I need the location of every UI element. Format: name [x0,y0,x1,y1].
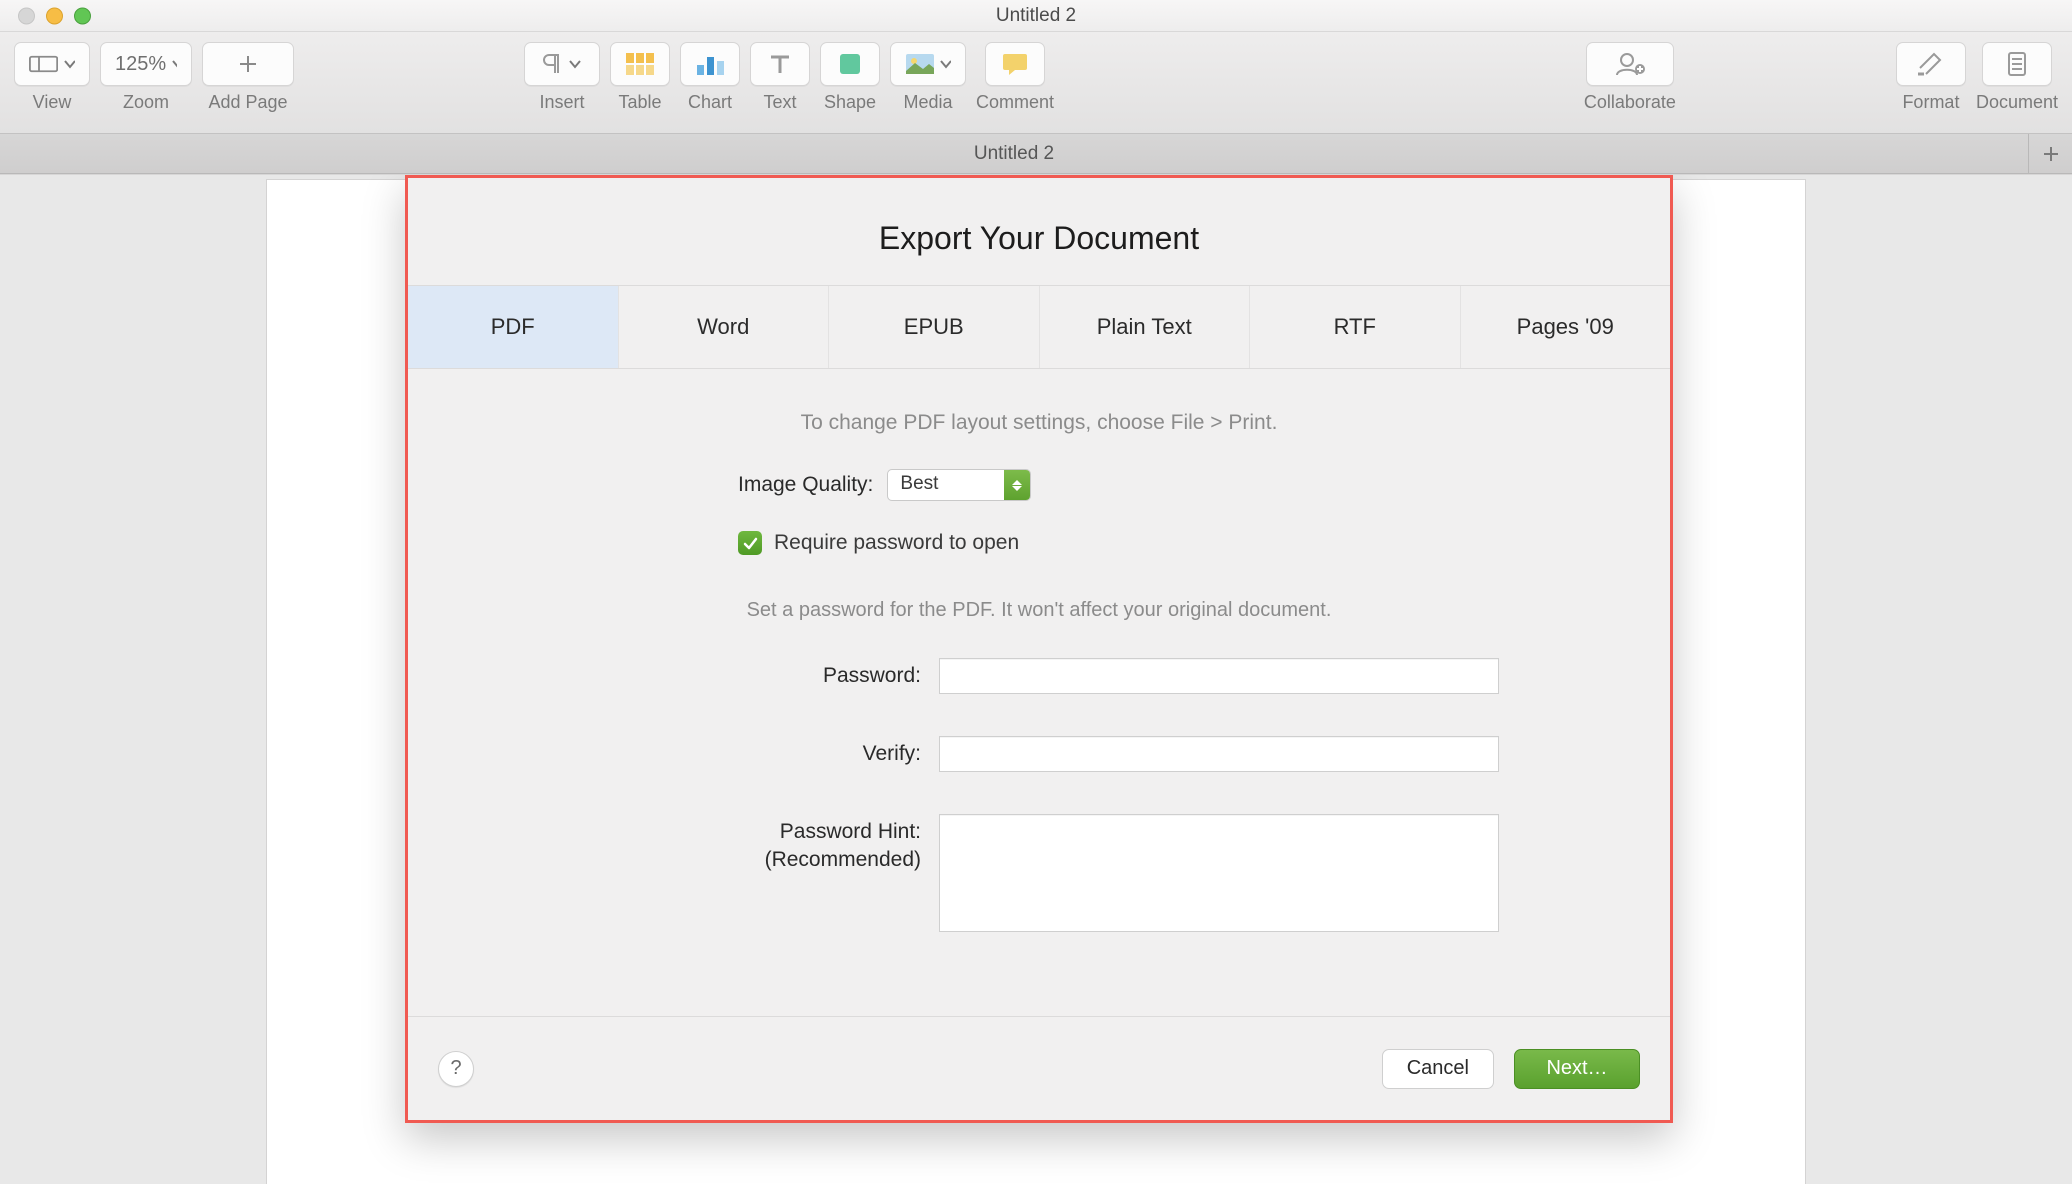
image-quality-select[interactable]: Best [887,469,1031,501]
password-hint-input[interactable] [939,814,1499,932]
chevron-down-icon [569,58,581,70]
zoom-value: 125% [115,53,166,76]
view-icon [29,53,58,75]
tab-epub[interactable]: EPUB [829,286,1040,368]
workspace: Export Your Document PDF Word EPUB Plain… [0,174,2072,1184]
tab-pdf[interactable]: PDF [408,286,619,368]
select-stepper-icon [1004,470,1030,500]
zoom-button[interactable]: 125% [100,42,192,86]
tab-rtf[interactable]: RTF [1250,286,1461,368]
format-button[interactable] [1896,42,1966,86]
require-password-checkbox[interactable] [738,531,762,555]
text-label: Text [763,92,796,113]
comment-label: Comment [976,92,1054,113]
table-button[interactable] [610,42,670,86]
tab-plain-text[interactable]: Plain Text [1040,286,1251,368]
table-icon [625,52,655,76]
add-page-label: Add Page [208,92,287,113]
dialog-footer: ? Cancel Next… [408,1016,1670,1120]
image-quality-label: Image Quality: [738,473,873,497]
image-quality-value: Best [888,470,1004,500]
tab-strip: Untitled 2 [0,134,2072,174]
cancel-button[interactable]: Cancel [1382,1049,1494,1089]
tab-pages09[interactable]: Pages '09 [1461,286,1671,368]
dialog-body: To change PDF layout settings, choose Fi… [408,369,1670,1016]
document-button[interactable] [1982,42,2052,86]
collaborate-icon [1613,51,1647,77]
new-tab-button[interactable] [2028,134,2072,173]
shape-label: Shape [824,92,876,113]
verify-label: Verify: [579,736,939,768]
check-icon [742,535,758,551]
password-hint-label: Password Hint: (Recommended) [579,814,939,875]
chevron-down-icon [172,58,177,70]
chevron-down-icon [64,58,75,70]
plus-icon [2042,145,2060,163]
text-icon [768,52,792,76]
collaborate-button[interactable] [1586,42,1674,86]
shape-button[interactable] [820,42,880,86]
comment-button[interactable] [985,42,1045,86]
chart-button[interactable] [680,42,740,86]
password-row: Password: [579,658,1499,694]
insert-label: Insert [539,92,584,113]
add-page-button[interactable] [202,42,294,86]
format-icon [1916,52,1946,76]
media-icon [905,53,934,75]
plus-icon [237,53,259,75]
shape-icon [837,51,863,77]
toolbar: View 125% Zoom Add Page Insert [0,32,2072,134]
insert-button[interactable] [524,42,600,86]
dialog-title: Export Your Document [408,178,1670,285]
text-button[interactable] [750,42,810,86]
close-window-button[interactable] [18,7,35,24]
require-password-row: Require password to open [738,531,1019,555]
export-dialog: Export Your Document PDF Word EPUB Plain… [405,175,1673,1123]
help-button[interactable]: ? [438,1051,474,1087]
layout-hint-text: To change PDF layout settings, choose Fi… [801,411,1278,435]
password-section: Set a password for the PDF. It won't aff… [438,599,1640,962]
traffic-lights [18,7,91,24]
view-label: View [33,92,72,113]
export-format-tabs: PDF Word EPUB Plain Text RTF Pages '09 [408,285,1670,369]
document-tab[interactable]: Untitled 2 [0,134,2028,173]
zoom-label: Zoom [123,92,169,113]
tab-word[interactable]: Word [619,286,830,368]
minimize-window-button[interactable] [46,7,63,24]
require-password-label: Require password to open [774,531,1019,555]
password-label: Password: [579,658,939,690]
table-label: Table [618,92,661,113]
password-hint-text: Set a password for the PDF. It won't aff… [747,599,1332,622]
comment-icon [1001,52,1029,76]
document-icon [2006,51,2028,77]
image-quality-row: Image Quality: Best [738,469,1031,501]
collaborate-label: Collaborate [1584,92,1676,113]
password-input[interactable] [939,658,1499,694]
window-title: Untitled 2 [996,5,1076,27]
next-button[interactable]: Next… [1514,1049,1640,1089]
document-label: Document [1976,92,2058,113]
password-hint-row: Password Hint: (Recommended) [579,814,1499,932]
verify-input[interactable] [939,736,1499,772]
pilcrow-icon [543,52,563,76]
media-label: Media [903,92,952,113]
format-label: Format [1902,92,1959,113]
chart-label: Chart [688,92,732,113]
media-button[interactable] [890,42,966,86]
titlebar: Untitled 2 [0,0,2072,32]
zoom-window-button[interactable] [74,7,91,24]
chart-icon [695,51,725,77]
chevron-down-icon [940,58,951,70]
verify-row: Verify: [579,736,1499,772]
view-button[interactable] [14,42,90,86]
